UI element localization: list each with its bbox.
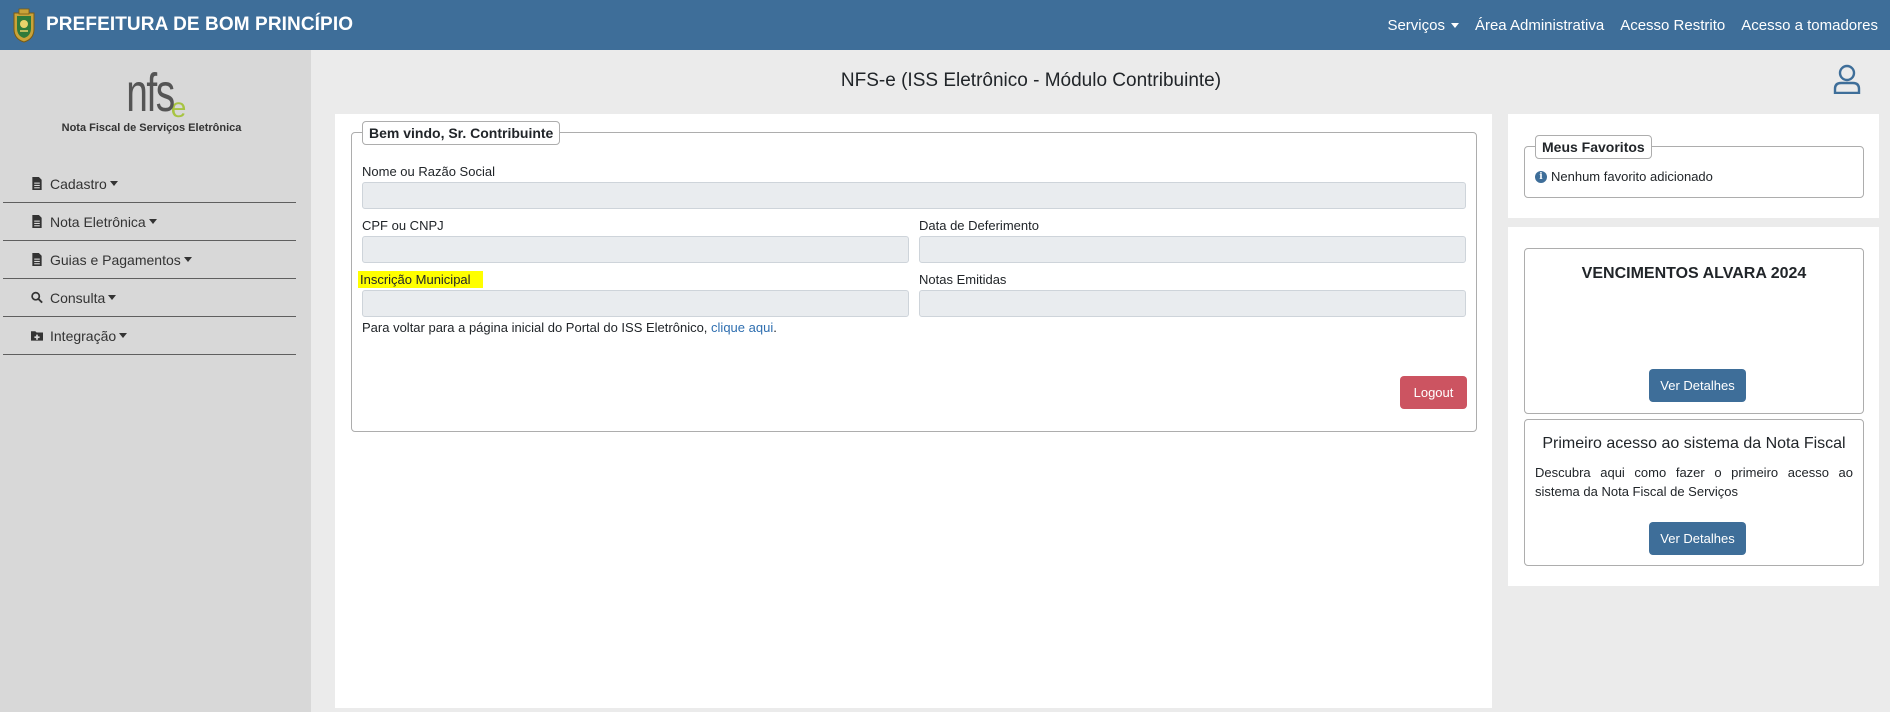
nfse-logo: nfse <box>0 66 303 124</box>
details-button[interactable]: Ver Detalhes <box>1649 522 1746 555</box>
favorites-empty: i Nenhum favorito adicionado <box>1535 169 1713 184</box>
caret-down-icon <box>108 295 117 300</box>
sidebar-item-consulta[interactable]: Consulta <box>3 279 296 317</box>
deferment-date-field[interactable] <box>919 236 1466 263</box>
news-body: Descubra aqui como fazer o primeiro aces… <box>1535 465 1853 499</box>
highlighted-label: Inscrição Municipal <box>358 271 483 288</box>
name-label: Nome ou Razão Social <box>362 164 495 179</box>
news-title: VENCIMENTOS ALVARA 2024 <box>1581 265 1807 282</box>
municipal-label: Inscrição Municipal <box>358 271 483 288</box>
brand-title: PREFEITURA DE BOM PRINCÍPIO <box>46 14 354 35</box>
favorites-empty-text: Nenhum favorito adicionado <box>1551 169 1713 184</box>
back-text-suffix: . <box>773 320 777 335</box>
caret-down-icon <box>183 257 192 262</box>
brand[interactable]: PREFEITURA DE BOM PRINCÍPIO <box>10 6 353 44</box>
caret-down-icon <box>119 333 128 338</box>
sidebar-item-nota-eletronica[interactable]: Nota Eletrônica <box>3 203 296 241</box>
top-navbar: PREFEITURA DE BOM PRINCÍPIO Serviços Áre… <box>0 0 1890 50</box>
sidebar-menu: Cadastro Nota Eletrônica Guias e Pagamen… <box>3 165 296 355</box>
back-link[interactable]: clique aqui <box>711 320 773 335</box>
sidebar-item-label: Consulta <box>50 289 106 306</box>
cpf-label: CPF ou CNPJ <box>362 218 444 233</box>
city-crest-icon <box>13 8 35 43</box>
welcome-legend: Bem vindo, Sr. Contribuinte <box>362 121 561 145</box>
back-text-prefix: Para voltar para a página inicial do Por… <box>362 320 712 335</box>
sidebar-item-label: Integração <box>50 327 117 344</box>
page-title: NFS-e (ISS Eletrônico - Módulo Contribui… <box>840 70 1222 91</box>
caret-down-icon <box>148 219 157 224</box>
name-field[interactable] <box>362 182 1466 209</box>
welcome-fieldset: Bem vindo, Sr. Contribuinte Nome ou Razã… <box>351 121 1477 432</box>
deferment-label: Data de Deferimento <box>919 218 1039 233</box>
caret-down-icon <box>109 181 118 186</box>
user-icon[interactable] <box>1833 64 1861 94</box>
news-item: Primeiro acesso ao sistema da Nota Fisca… <box>1524 419 1864 566</box>
notes-label: Notas Emitidas <box>919 272 1007 287</box>
nav-link-acesso-restrito[interactable]: Acesso Restrito <box>1620 17 1725 34</box>
back-text: Para voltar para a página inicial do Por… <box>362 320 777 335</box>
caret-down-icon <box>1450 23 1459 29</box>
logout-button[interactable]: Logout <box>1400 376 1467 409</box>
news-card: VENCIMENTOS ALVARA 2024 Ver Detalhes Pri… <box>1508 227 1879 586</box>
nav-link-acesso-tomadores[interactable]: Acesso a tomadores <box>1741 17 1878 34</box>
document-icon <box>32 253 42 266</box>
nav-link-servicos[interactable]: Serviços <box>1387 17 1459 34</box>
cpf-cnpj-field[interactable] <box>362 236 909 263</box>
search-icon <box>31 291 43 304</box>
nav-links: Serviços Área Administrativa Acesso Rest… <box>1371 0 1878 50</box>
issued-notes-field[interactable] <box>919 290 1466 317</box>
news-title: Primeiro acesso ao sistema da Nota Fisca… <box>1542 435 1846 452</box>
sidebar-item-guias-pagamentos[interactable]: Guias e Pagamentos <box>3 241 296 279</box>
favorites-legend: Meus Favoritos <box>1535 135 1652 159</box>
sidebar-item-cadastro[interactable]: Cadastro <box>3 165 296 203</box>
logo-caption: Nota Fiscal de Serviços Eletrônica <box>61 122 242 134</box>
municipal-registration-field[interactable] <box>362 290 909 317</box>
folder-plus-icon <box>31 331 43 341</box>
favorites-card: Meus Favoritos i Nenhum favorito adicion… <box>1508 114 1879 218</box>
details-button[interactable]: Ver Detalhes <box>1649 369 1746 402</box>
news-item: VENCIMENTOS ALVARA 2024 Ver Detalhes <box>1524 248 1864 414</box>
sidebar-item-integracao[interactable]: Integração <box>3 317 296 355</box>
document-icon <box>32 177 42 190</box>
favorites-fieldset: Meus Favoritos i Nenhum favorito adicion… <box>1524 135 1864 198</box>
document-icon <box>32 215 42 228</box>
sidebar-item-label: Guias e Pagamentos <box>50 251 181 268</box>
sidebar-item-label: Nota Eletrônica <box>50 213 146 230</box>
main-card: Bem vindo, Sr. Contribuinte Nome ou Razã… <box>335 114 1492 708</box>
nav-link-label: Serviços <box>1387 16 1445 34</box>
logo-mark: nfs <box>125 63 175 123</box>
info-icon: i <box>1535 170 1547 183</box>
sidebar: nfse Nota Fiscal de Serviços Eletrônica … <box>0 50 311 712</box>
sidebar-item-label: Cadastro <box>50 175 107 192</box>
nav-link-area-administrativa[interactable]: Área Administrativa <box>1475 17 1604 34</box>
